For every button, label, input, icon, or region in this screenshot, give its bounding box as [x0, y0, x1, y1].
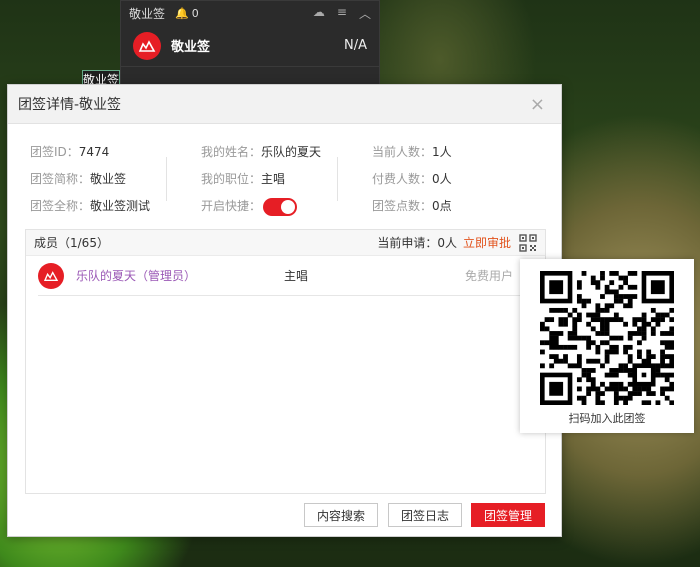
member-type: 免费用户: [464, 269, 513, 283]
approve-link[interactable]: 立即审批: [463, 234, 511, 251]
short-name-row: 团签简称： 敬业签: [30, 166, 150, 193]
my-name-row: 我的姓名： 乐队的夏天: [201, 139, 321, 166]
cloud-icon[interactable]: ☁: [313, 5, 325, 22]
notify-count: 0: [191, 6, 199, 20]
info-column-me: 我的姓名： 乐队的夏天 我的职位： 主唱 开启快捷：: [201, 139, 321, 220]
members-panel: 成员（1/65） 当前申请：0人 立即审批 乐队的夏天（管理员） 主唱 免费用户: [25, 229, 546, 494]
my-name-value: 乐队的夏天: [261, 145, 322, 159]
paid-count-row: 付费人数： 0人: [372, 166, 452, 193]
shortcut-row: 开启快捷：: [201, 193, 321, 220]
info-column-stats: 当前人数： 1人 付费人数： 0人 团签点数： 0点: [372, 139, 452, 220]
shortcut-toggle[interactable]: [263, 197, 298, 216]
toggle-knob: [281, 199, 296, 214]
points-label: 团签点数：: [372, 199, 433, 213]
members-count-label: 成员（1/65）: [34, 236, 109, 250]
team-manage-button[interactable]: 团签管理: [471, 503, 545, 527]
team-log-button[interactable]: 团签日志: [388, 503, 462, 527]
team-id-label: 团签ID：: [30, 145, 79, 159]
member-name: 乐队的夏天（管理员）: [76, 269, 197, 283]
cloud-logo-icon: [133, 31, 161, 60]
short-name-value: 敬业签: [90, 172, 127, 186]
collapse-icon[interactable]: ︿: [359, 5, 371, 22]
divider: [166, 157, 167, 201]
points-value: 0点: [432, 199, 452, 213]
qrcode-icon[interactable]: [519, 233, 537, 252]
member-role: 主唱: [284, 269, 309, 283]
my-role-label: 我的职位：: [201, 172, 262, 186]
content-search-button[interactable]: 内容搜索: [304, 503, 378, 527]
team-detail-dialog: 团签详情-敬业签 × 团签ID： 7474 团签简称： 敬业签 团签全称： 敬业…: [7, 84, 562, 537]
widget-titlebar: 敬业签 🔔 0 ☁ ≡ ︿: [121, 1, 379, 25]
avatar: [38, 262, 64, 289]
current-count-value: 1人: [432, 145, 452, 159]
my-role-row: 我的职位： 主唱: [201, 166, 321, 193]
bell-icon[interactable]: 🔔: [175, 7, 189, 20]
members-header: 成员（1/65） 当前申请：0人 立即审批: [26, 230, 545, 256]
short-name-label: 团签简称：: [30, 172, 91, 186]
member-row[interactable]: 乐队的夏天（管理员） 主唱 免费用户: [38, 256, 533, 296]
team-info-panel: 团签ID： 7474 团签简称： 敬业签 团签全称： 敬业签测试 我的姓名： 乐…: [8, 139, 563, 219]
current-count-label: 当前人数：: [372, 145, 433, 159]
info-column-team: 团签ID： 7474 团签简称： 敬业签 团签全称： 敬业签测试: [30, 139, 150, 220]
team-id-row: 团签ID： 7474: [30, 139, 150, 166]
qrcode-image: [540, 271, 674, 405]
divider: [337, 157, 338, 201]
paid-count-label: 付费人数：: [372, 172, 433, 186]
full-name-row: 团签全称： 敬业签测试: [30, 193, 150, 220]
points-row: 团签点数： 0点: [372, 193, 452, 220]
dialog-header: 团签详情-敬业签 ×: [8, 85, 561, 124]
widget-group-row[interactable]: 敬业签 N/A: [121, 25, 379, 67]
widget-group-name: 敬业签: [171, 40, 211, 55]
full-name-value: 敬业签测试: [90, 199, 151, 213]
qrcode-popup: 扫码加入此团签: [520, 259, 694, 433]
widget-status: N/A: [344, 38, 367, 53]
full-name-label: 团签全称：: [30, 199, 91, 213]
current-count-row: 当前人数： 1人: [372, 139, 452, 166]
pending-label: 当前申请：0人: [377, 236, 457, 250]
dialog-title: 团签详情-敬业签: [18, 97, 122, 113]
paid-count-value: 0人: [432, 172, 452, 186]
qrcode-caption: 扫码加入此团签: [568, 412, 646, 425]
background-app-widget: 敬业签 🔔 0 ☁ ≡ ︿ 敬业签 N/A: [120, 0, 380, 90]
my-name-label: 我的姓名：: [201, 145, 262, 159]
widget-title: 敬业签: [129, 6, 166, 21]
close-icon[interactable]: ×: [530, 94, 551, 115]
my-role-value: 主唱: [261, 172, 286, 186]
menu-icon[interactable]: ≡: [337, 5, 347, 22]
shortcut-label: 开启快捷：: [201, 199, 262, 213]
team-id-value: 7474: [78, 145, 110, 159]
